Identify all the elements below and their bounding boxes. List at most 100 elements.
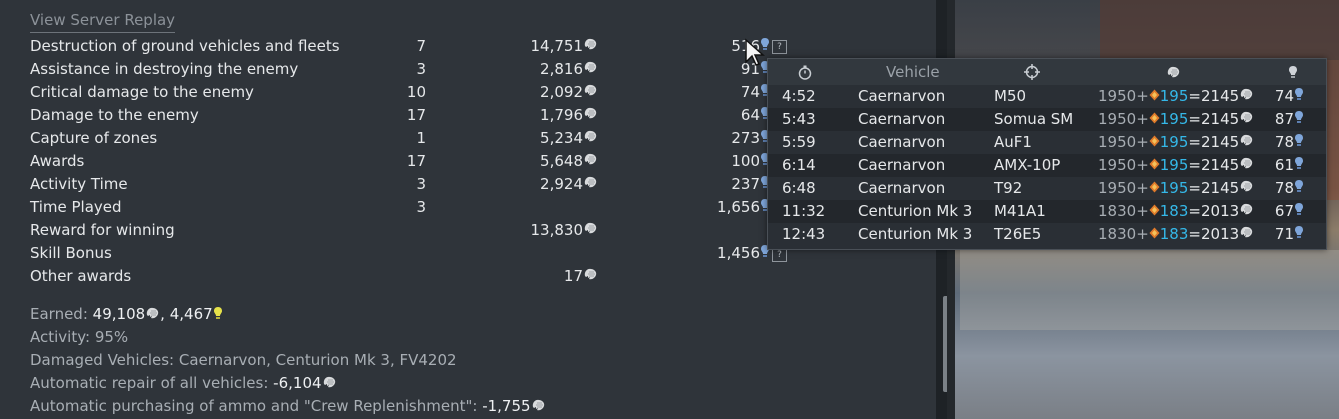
kill-total-sl: 2145 xyxy=(1200,133,1240,151)
reward-label: Skill Bonus xyxy=(30,244,112,262)
vehicle-column-header: Vehicle xyxy=(886,63,940,81)
reward-count: 17 xyxy=(406,106,426,124)
diamond-booster-icon xyxy=(1149,200,1160,223)
kill-time: 12:43 xyxy=(782,225,826,243)
equals-sign: = xyxy=(1188,110,1201,128)
lion-head-icon xyxy=(1239,85,1254,108)
reward-sl-value: 14,751 xyxy=(530,37,584,55)
diamond-booster-icon xyxy=(1149,85,1160,108)
kill-vehicle: Centurion Mk 3 xyxy=(858,202,973,220)
reward-row: Destruction of ground vehicles and fleet… xyxy=(30,35,790,58)
reward-row: Other awards 17 xyxy=(30,265,790,288)
kill-rp: 87 xyxy=(1268,108,1304,131)
kill-vehicle: Centurion Mk 3 xyxy=(858,225,973,243)
equals-sign: = xyxy=(1188,225,1201,243)
lion-head-icon xyxy=(1239,200,1254,223)
reward-row: Critical damage to the enemy 10 2,092 74 xyxy=(30,81,790,104)
reward-sl-value: 1,796 xyxy=(540,106,583,124)
help-button[interactable]: ? xyxy=(772,40,787,54)
kill-rp-value: 78 xyxy=(1274,133,1294,151)
reward-row: Awards 17 5,648 100 xyxy=(30,150,790,173)
kill-detail-row: 12:43 Centurion Mk 3 T26E5 1830+ 183=2013 71 xyxy=(768,223,1326,246)
reward-label: Awards xyxy=(30,152,85,170)
bulb-icon xyxy=(1288,65,1298,83)
reward-label: Capture of zones xyxy=(30,129,158,147)
reward-sl: 13,830 xyxy=(450,219,598,242)
plus-sign: + xyxy=(1136,156,1149,174)
reward-label: Reward for winning xyxy=(30,221,175,239)
background-scene-detail xyxy=(1100,0,1339,60)
reward-count: 3 xyxy=(416,60,426,78)
kill-rp-value: 78 xyxy=(1274,179,1294,197)
kill-bonus-sl: 195 xyxy=(1159,156,1189,174)
reward-row: Damage to the enemy 17 1,796 64 xyxy=(30,104,790,127)
reward-row: Capture of zones 1 5,234 273 xyxy=(30,127,790,150)
kill-target: T92 xyxy=(994,179,1023,197)
help-button[interactable]: ? xyxy=(772,248,787,262)
kill-rp-value: 67 xyxy=(1274,202,1294,220)
kill-base-sl: 1950 xyxy=(1098,133,1137,151)
reward-sl: 14,751 xyxy=(450,35,598,58)
kill-sl-calc: 1950+ 195=2145 xyxy=(1098,177,1254,200)
kill-sl-calc: 1950+ 195=2145 xyxy=(1098,85,1254,108)
kill-rp: 67 xyxy=(1268,200,1304,223)
lion-head-icon xyxy=(1239,177,1254,200)
kill-time: 5:43 xyxy=(782,110,816,128)
kill-detail-row: 6:14 Caernarvon AMX-10P 1950+ 195=2145 61 xyxy=(768,154,1326,177)
kill-bonus-sl: 183 xyxy=(1159,225,1189,243)
lion-head-icon xyxy=(583,58,598,81)
lion-head-icon xyxy=(583,173,598,196)
kill-sl-calc: 1830+ 183=2013 xyxy=(1098,223,1254,246)
reward-label: Damage to the enemy xyxy=(30,106,199,124)
kill-detail-row: 4:52 Caernarvon M50 1950+ 195=2145 74 xyxy=(768,85,1326,108)
diamond-booster-icon xyxy=(1149,131,1160,154)
ammo-label: Automatic purchasing of ammo and "Crew R… xyxy=(30,397,478,415)
kill-base-sl: 1950 xyxy=(1098,179,1137,197)
ammo-value: -1,755 xyxy=(482,397,531,415)
lion-head-icon xyxy=(1239,223,1254,246)
plus-sign: + xyxy=(1136,87,1149,105)
reward-sl: 5,234 xyxy=(450,127,598,150)
bulb-icon xyxy=(1294,131,1304,154)
kill-rp: 61 xyxy=(1268,154,1304,177)
reward-sl: 17 xyxy=(450,265,598,288)
reward-row: Time Played 3 1,656 xyxy=(30,196,790,219)
kill-target: M50 xyxy=(994,87,1027,105)
equals-sign: = xyxy=(1188,179,1201,197)
view-server-replay-link[interactable]: View Server Replay xyxy=(30,11,176,33)
lion-head-icon xyxy=(145,306,160,324)
plus-sign: + xyxy=(1136,225,1149,243)
kill-detail-row: 6:48 Caernarvon T92 1950+ 195=2145 78 xyxy=(768,177,1326,200)
kill-bonus-sl: 195 xyxy=(1159,179,1189,197)
bulb-icon xyxy=(1294,154,1304,177)
kill-vehicle: Caernarvon xyxy=(858,179,946,197)
reward-rp-value: 74 xyxy=(740,83,760,101)
kill-bonus-sl: 195 xyxy=(1159,110,1189,128)
kill-vehicle: Caernarvon xyxy=(858,156,946,174)
reward-sl-value: 2,924 xyxy=(540,175,583,193)
kill-detail-row: 5:43 Caernarvon Somua SM 1950+ 195=2145 87 xyxy=(768,108,1326,131)
kill-details-tooltip: Vehicle 4:52 Caernarvon M50 1950+ 195=2145 74… xyxy=(767,58,1327,250)
reward-sl: 1,796 xyxy=(450,104,598,127)
reward-rp: 273 xyxy=(670,127,770,150)
reward-sl-value: 2,816 xyxy=(540,60,583,78)
plus-sign: + xyxy=(1136,202,1149,220)
kill-rp-value: 74 xyxy=(1274,87,1294,105)
repair-summary: Automatic repair of all vehicles: -6,104 xyxy=(30,374,337,393)
reward-rp-value: 100 xyxy=(731,152,760,170)
lion-head-icon xyxy=(583,265,598,288)
kill-rp-value: 61 xyxy=(1274,156,1294,174)
reward-rp-value: 273 xyxy=(731,129,760,147)
kill-rp: 71 xyxy=(1268,223,1304,246)
kill-time: 6:48 xyxy=(782,179,816,197)
reward-sl-value: 17 xyxy=(563,267,583,285)
reward-sl-value: 5,234 xyxy=(540,129,583,147)
reward-count: 1 xyxy=(416,129,426,147)
kill-base-sl: 1830 xyxy=(1098,202,1137,220)
reward-sl: 2,924 xyxy=(450,173,598,196)
earned-rp-value: 4,467 xyxy=(169,305,213,323)
bulb-icon xyxy=(1294,177,1304,200)
activity-summary: Activity: 95% xyxy=(30,328,129,346)
plus-sign: + xyxy=(1136,110,1149,128)
kill-base-sl: 1830 xyxy=(1098,225,1137,243)
